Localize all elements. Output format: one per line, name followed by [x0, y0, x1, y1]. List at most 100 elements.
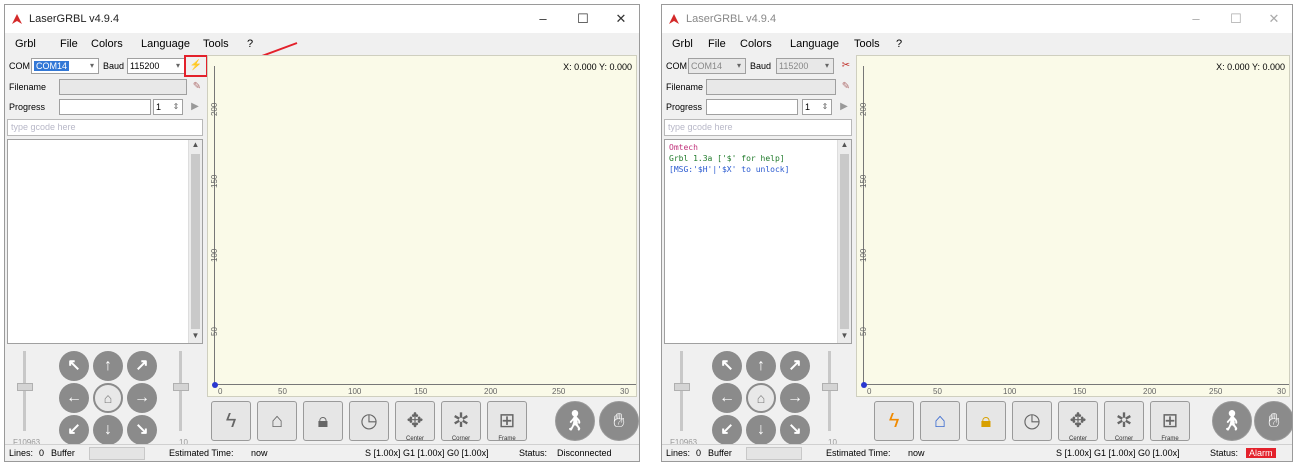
play-icon[interactable]: ▶	[187, 99, 203, 115]
home-icon[interactable]: ⌂	[257, 401, 297, 441]
gcode-input[interactable]: type gcode here	[7, 119, 203, 136]
filename-field[interactable]	[706, 79, 836, 95]
hand-stop-icon[interactable]: ✋︎	[599, 401, 639, 441]
hand-stop-icon[interactable]: ✋︎	[1254, 401, 1292, 441]
progress-stepper[interactable]: 1 ⇕	[153, 99, 183, 115]
clock-icon[interactable]: ◷	[1012, 401, 1052, 441]
home-icon[interactable]: ⌂	[920, 401, 960, 441]
menu-grbl[interactable]: Grbl	[672, 38, 693, 50]
home-icon[interactable]: ⌂	[746, 383, 776, 413]
play-icon[interactable]: ▶	[836, 99, 852, 115]
com-port-select[interactable]: COM14 ▾	[31, 58, 99, 74]
x-tick: 250	[552, 387, 566, 396]
baud-rate-select[interactable]: 115200 ▾	[127, 58, 185, 74]
jog-up-button[interactable]: ↑	[93, 351, 123, 381]
frame-button[interactable]: ⊞ Frame	[487, 401, 527, 442]
x-tick: 30	[620, 387, 629, 396]
x-tick: 200	[1143, 387, 1157, 396]
preview-canvas[interactable]: X: 0.000 Y: 0.000 200 150 100 50 0 50 10…	[856, 55, 1290, 397]
jog-up-button[interactable]: ↑	[746, 351, 776, 381]
x-tick: 50	[933, 387, 942, 396]
y-tick: 150	[210, 174, 219, 188]
pencil-icon[interactable]: ✎	[189, 79, 205, 95]
title-bar: LaserGRBL v4.9.4 – ☐ ✕	[5, 5, 639, 33]
filename-label: Filename	[666, 82, 704, 92]
menu-file[interactable]: File	[60, 38, 78, 50]
laser-logo-icon	[669, 14, 679, 24]
step-slider[interactable]	[171, 351, 191, 431]
menu-colors[interactable]: Colors	[91, 38, 123, 50]
progress-stepper[interactable]: 1 ⇕	[802, 99, 832, 115]
com-port-select[interactable]: COM14 ▾	[688, 58, 746, 74]
jog-down-right-button[interactable]: ↘	[127, 415, 157, 445]
frame-button[interactable]: ⊞ Frame	[1150, 401, 1190, 442]
clock-icon[interactable]: ◷	[349, 401, 389, 441]
gcode-input[interactable]: type gcode here	[664, 119, 852, 136]
center-button[interactable]: ✥ Center	[1058, 401, 1098, 442]
filename-field[interactable]	[59, 79, 187, 95]
menu-help[interactable]: ?	[896, 38, 902, 50]
menu-grbl[interactable]: Grbl	[15, 38, 36, 50]
estimated-time-label: Estimated Time:	[169, 448, 234, 458]
disconnect-icon[interactable]: ✂	[838, 58, 854, 74]
jog-down-button[interactable]: ↓	[93, 415, 123, 445]
baud-rate-select[interactable]: 115200 ▾	[776, 58, 834, 74]
minimize-button[interactable]: –	[1178, 9, 1214, 29]
baud-label: Baud	[103, 61, 125, 71]
menu-language[interactable]: Language	[790, 38, 839, 50]
corner-button[interactable]: ✲ Corner	[1104, 401, 1144, 442]
menu-bar: Grbl File Colors Language Tools ?	[662, 33, 1292, 55]
step-slider[interactable]	[820, 351, 840, 431]
menu-colors[interactable]: Colors	[740, 38, 772, 50]
power-slider[interactable]	[15, 351, 35, 431]
home-icon[interactable]: ⌂	[93, 383, 123, 413]
status-value: Disconnected	[557, 448, 612, 458]
jog-right-button[interactable]: →	[780, 383, 810, 413]
close-button[interactable]: ✕	[603, 9, 639, 29]
jog-up-left-button[interactable]: ↖	[59, 351, 89, 381]
status-label: Status:	[1210, 448, 1239, 458]
power-slider[interactable]	[672, 351, 692, 431]
laser-grbl-window-disconnected: LaserGRBL v4.9.4 – ☐ ✕ Grbl File Colors …	[4, 4, 640, 462]
lightning-icon[interactable]: ϟ	[874, 401, 914, 441]
jog-left-button[interactable]: ←	[712, 383, 742, 413]
jog-right-button[interactable]: →	[127, 383, 157, 413]
jog-down-left-button[interactable]: ↙	[59, 415, 89, 445]
log-scrollbar[interactable]: ▲ ▼	[188, 140, 202, 343]
minimize-button[interactable]: –	[525, 9, 561, 29]
menu-tools[interactable]: Tools	[854, 38, 880, 50]
center-button[interactable]: ✥ Center	[395, 401, 435, 442]
x-tick: 100	[348, 387, 362, 396]
jog-down-button[interactable]: ↓	[746, 415, 776, 445]
corner-button[interactable]: ✲ Corner	[441, 401, 481, 442]
log-scrollbar[interactable]: ▲ ▼	[837, 140, 851, 343]
lines-value: 0	[696, 448, 702, 458]
walk-icon[interactable]: 🚶︎	[1212, 401, 1252, 441]
lock-icon[interactable]: 🔒︎	[303, 401, 343, 441]
jog-up-right-button[interactable]: ↗	[780, 351, 810, 381]
walk-icon[interactable]: 🚶︎	[555, 401, 595, 441]
close-button[interactable]: ✕	[1256, 9, 1292, 29]
progress-bar	[59, 99, 151, 115]
menu-bar: Grbl File Colors Language Tools ?	[5, 33, 639, 55]
jog-down-right-button[interactable]: ↘	[780, 415, 810, 445]
preview-canvas[interactable]: X: 0.000 Y: 0.000 200 150 100 50 0 50 10…	[207, 55, 637, 397]
jog-down-left-button[interactable]: ↙	[712, 415, 742, 445]
lightning-icon[interactable]: ϟ	[211, 401, 251, 441]
x-tick: 150	[414, 387, 428, 396]
y-tick: 150	[859, 174, 868, 188]
jog-panel: ↖ ↑ ↗ ← ⌂ → ↙ ↓ ↘ F10963 10	[7, 347, 205, 447]
origin-marker	[861, 382, 867, 388]
menu-language[interactable]: Language	[141, 38, 190, 50]
pencil-icon[interactable]: ✎	[838, 79, 854, 95]
y-tick: 200	[859, 102, 868, 116]
log-line: Omtech	[669, 143, 698, 152]
log-line: [MSG:'$H'|'$X' to unlock]	[669, 165, 790, 174]
menu-file[interactable]: File	[708, 38, 726, 50]
maximize-button[interactable]: ☐	[1218, 9, 1254, 29]
jog-up-right-button[interactable]: ↗	[127, 351, 157, 381]
maximize-button[interactable]: ☐	[565, 9, 601, 29]
jog-left-button[interactable]: ←	[59, 383, 89, 413]
jog-up-left-button[interactable]: ↖	[712, 351, 742, 381]
lock-icon[interactable]: 🔒︎	[966, 401, 1006, 441]
